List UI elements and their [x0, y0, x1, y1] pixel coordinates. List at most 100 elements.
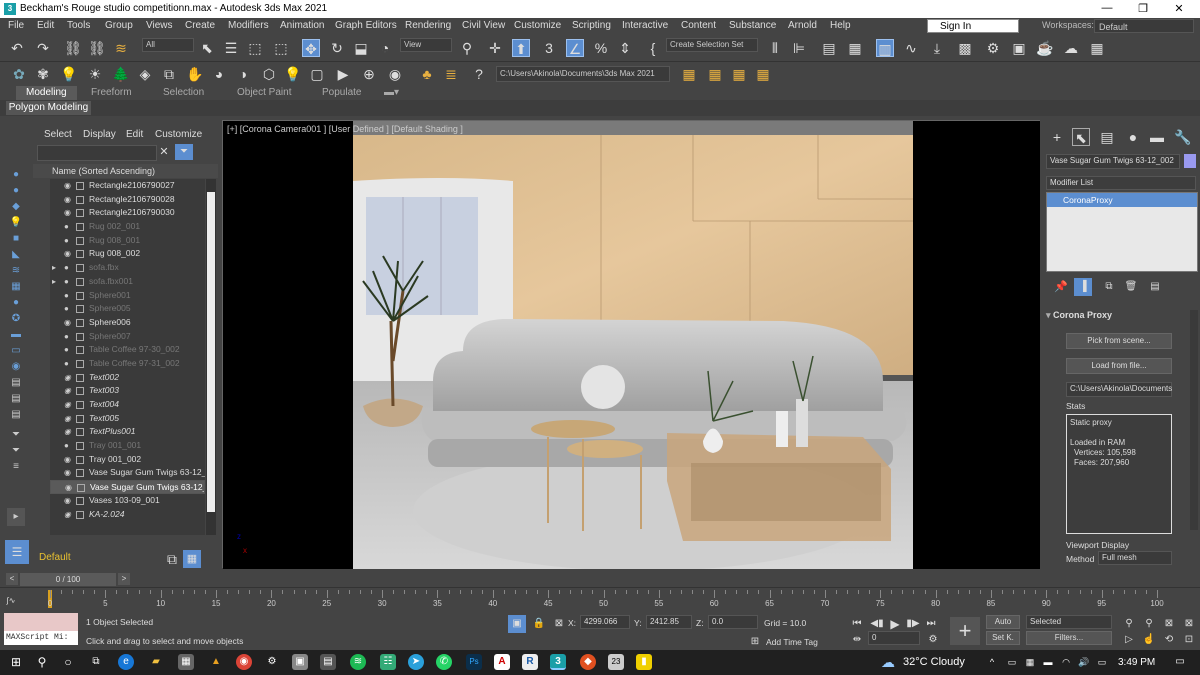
object-color-swatch[interactable] [1184, 154, 1196, 168]
tab-modeling[interactable]: Modeling [16, 86, 77, 100]
render-production-icon[interactable]: ☕ [1036, 39, 1054, 57]
visible-eye-icon[interactable]: ◉ [64, 466, 71, 480]
network-icon[interactable]: ◠ [1058, 654, 1074, 670]
corona-region-icon[interactable]: ⊕ [360, 65, 378, 83]
scene-row[interactable]: ● Table Coffee 97-30_002 [50, 343, 205, 357]
expand-row-icon[interactable]: ▸ [52, 261, 56, 275]
render-shortcuts-icon[interactable]: ▦ [1088, 39, 1106, 57]
menu-tools[interactable]: Tools [67, 20, 90, 31]
layer-list-icon[interactable]: ▤ [7, 406, 25, 424]
project-folder-icon[interactable]: ▦ [680, 65, 698, 83]
hidden-eye-icon[interactable]: ● [64, 357, 69, 371]
menu-substance[interactable]: Substance [729, 20, 776, 31]
fov-icon[interactable]: ▷ [1120, 631, 1138, 649]
angle-snap-icon[interactable]: ∠ [566, 39, 584, 57]
mirror-icon[interactable]: ⫴ [766, 39, 784, 57]
hidden-eye-icon[interactable]: ● [64, 330, 69, 344]
menu-animation[interactable]: Animation [280, 20, 324, 31]
corona-sun-icon[interactable]: ☀ [86, 65, 104, 83]
prev-frame-icon[interactable]: < [6, 573, 18, 585]
clock[interactable]: 3:49 PM [1118, 657, 1155, 668]
visible-eye-icon[interactable]: ◉ [64, 247, 71, 261]
menu-scripting[interactable]: Scripting [572, 20, 611, 31]
tab-freeform[interactable]: Freeform [91, 87, 132, 98]
edit-named-sets-icon[interactable]: { [644, 39, 662, 57]
menu-help[interactable]: Help [830, 20, 851, 31]
visible-eye-icon[interactable]: ◉ [64, 453, 71, 467]
motion-tab-icon[interactable]: ● [1124, 128, 1142, 146]
visible-eye-icon[interactable]: ◉ [64, 371, 71, 385]
scene-menu-select[interactable]: Select [44, 129, 72, 140]
spinner-snap-icon[interactable]: ⇕ [616, 39, 634, 57]
scene-row[interactable]: ● ▸ sofa.fbx [50, 261, 205, 275]
weather-text[interactable]: 32°C Cloudy [903, 656, 965, 668]
maximize-viewport-icon[interactable]: ⊡ [1180, 631, 1198, 649]
viewport-label[interactable]: [+] [Corona Camera001 ] [User Defined ] … [227, 124, 463, 134]
load-from-file-button[interactable]: Load from file... [1066, 358, 1172, 374]
snaps-toggle-icon[interactable]: 3 [540, 39, 558, 57]
store-icon[interactable]: ▦ [178, 654, 194, 670]
scrollbar-thumb[interactable] [207, 192, 215, 512]
visible-eye-icon[interactable]: ◉ [64, 193, 71, 207]
calendar-icon[interactable]: 23 [608, 654, 624, 670]
visible-eye-icon[interactable]: ◉ [64, 425, 71, 439]
modifier-list-dropdown[interactable]: Modifier List [1046, 176, 1196, 190]
corona-decal-icon[interactable]: ⧉ [160, 65, 178, 83]
hidden-eye-icon[interactable]: ● [64, 275, 69, 289]
selection-lock-icon[interactable]: 🔒 [530, 615, 548, 633]
walk-icon[interactable]: ☝ [1140, 631, 1158, 649]
expand-row-icon[interactable]: ▸ [52, 275, 56, 289]
sign-in-button[interactable]: Sign In [927, 19, 1019, 33]
menu-graph-editors[interactable]: Graph Editors [335, 20, 397, 31]
app-icon-4[interactable]: ◆ [580, 654, 596, 670]
stack-item-coronaproxy[interactable]: CoronaProxy [1047, 193, 1197, 207]
visible-eye-icon[interactable]: ◉ [64, 398, 71, 412]
maximize-button[interactable]: ❐ [1128, 2, 1158, 15]
window-crossing-icon[interactable]: ⬚ [272, 39, 290, 57]
bind-spacewarp-icon[interactable]: ≋ [112, 39, 130, 57]
z-coord-field[interactable]: 0.0 [708, 615, 758, 629]
expand-arrow-icon[interactable]: ▸ [7, 508, 25, 526]
hierarchy-tab-icon[interactable]: ▤ [1098, 128, 1116, 146]
material-editor-icon[interactable]: ▩ [956, 39, 974, 57]
3dsmax-taskbar-icon[interactable]: 3 [550, 654, 566, 670]
pivot-center-icon[interactable]: ⚲ [458, 39, 476, 57]
scene-menu-edit[interactable]: Edit [126, 129, 143, 140]
menu-arnold[interactable]: Arnold [788, 20, 817, 31]
curve-editor-mini-icon[interactable]: ∫∿ [2, 592, 20, 610]
weather-icon[interactable]: ☁ [878, 654, 898, 670]
rendered-frame-icon[interactable]: ▣ [1010, 39, 1028, 57]
percent-snap-icon[interactable]: % [592, 39, 610, 57]
app-icon-1[interactable]: ▣ [292, 654, 308, 670]
menu-group[interactable]: Group [105, 20, 133, 31]
scene-row[interactable]: ◉ Vases 103-09_001 [50, 494, 205, 508]
scene-row[interactable]: ◉ Vase Sugar Gum Twigs 63-12_0 [50, 480, 205, 494]
scene-row[interactable]: ● Sphere005 [50, 302, 205, 316]
visible-eye-icon[interactable]: ◉ [64, 508, 71, 522]
time-slider-thumb[interactable]: 0 / 100 [20, 573, 116, 586]
scene-explorer-toggle-icon[interactable]: ▤ [820, 39, 838, 57]
task-view-icon[interactable]: ⧉ [88, 654, 104, 670]
menu-rendering[interactable]: Rendering [405, 20, 451, 31]
layer-explorer-icon[interactable]: ▦ [846, 39, 864, 57]
maxscript-mini-input[interactable]: MAXScript Mi: [4, 631, 78, 645]
scene-row[interactable]: ◉ Tray 001_002 [50, 453, 205, 467]
display-tab-icon[interactable]: ▬ [1148, 128, 1166, 146]
link-icon[interactable]: ⛓ [64, 39, 82, 57]
project-icon-2[interactable]: ▦ [706, 65, 724, 83]
scene-row[interactable]: ◉ Vase Sugar Gum Twigs 63-12_0 [50, 466, 205, 480]
current-frame-field[interactable]: 0 [868, 631, 920, 645]
select-rotate-icon[interactable]: ↻ [328, 39, 346, 57]
add-time-tag-button[interactable]: Add Time Tag [766, 637, 818, 647]
next-frame-icon[interactable]: > [118, 573, 130, 585]
menu-edit[interactable]: Edit [37, 20, 54, 31]
scene-row[interactable]: ● Sphere001 [50, 289, 205, 303]
project-icon-3[interactable]: ▦ [730, 65, 748, 83]
polygon-modeling-tab[interactable]: Polygon Modeling [6, 101, 91, 115]
maxscript-listener[interactable] [4, 613, 78, 631]
scene-row[interactable]: ◉ Text002 [50, 371, 205, 385]
tray-chevron-icon[interactable]: ^ [984, 654, 1000, 670]
absolute-mode-icon[interactable]: ⊠ [550, 615, 568, 633]
tray-icon-2[interactable]: ▦ [1022, 654, 1038, 670]
tab-object-paint[interactable]: Object Paint [237, 87, 291, 98]
